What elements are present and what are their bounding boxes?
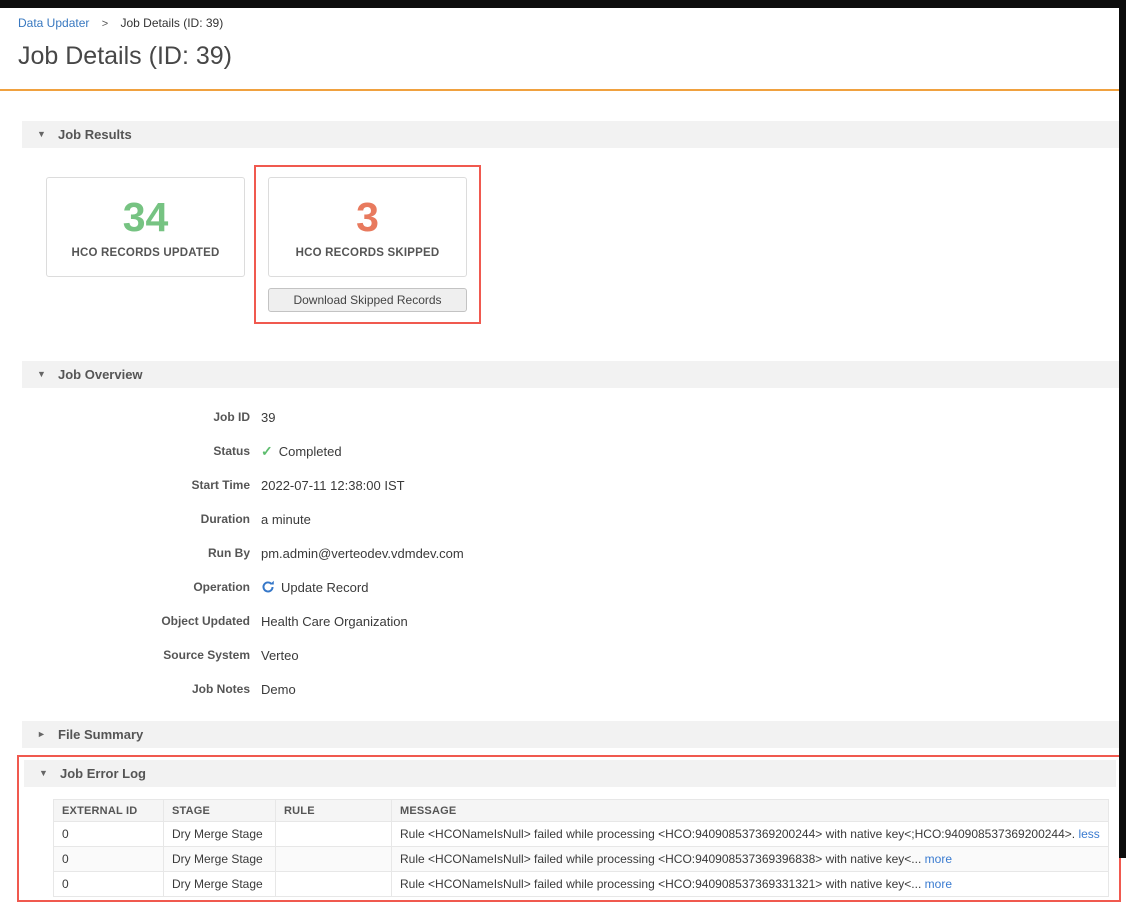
- collapse-expanded-icon[interactable]: ▼: [37, 370, 47, 379]
- overview-row-object-updated: Object Updated Health Care Organization: [0, 604, 1126, 638]
- breadcrumb-current: Job Details (ID: 39): [121, 16, 224, 30]
- window-right-edge: [1119, 0, 1126, 858]
- field-value: pm.admin@verteodev.vdmdev.com: [261, 546, 464, 561]
- column-header-stage: STAGE: [164, 800, 276, 822]
- cell-external-id: 0: [54, 822, 164, 847]
- card-hco-records-updated: 34 HCO RECORDS UPDATED: [46, 177, 245, 277]
- job-overview-detail: Job ID 39 Status ✓ Completed Start Time …: [0, 388, 1126, 706]
- field-label: Operation: [0, 580, 250, 594]
- breadcrumb-link-data-updater[interactable]: Data Updater: [18, 16, 89, 30]
- breadcrumb: Data Updater > Job Details (ID: 39): [18, 16, 1119, 32]
- column-header-message: MESSAGE: [392, 800, 1109, 822]
- field-label: Job ID: [0, 410, 250, 424]
- operation-text: Update Record: [281, 580, 368, 595]
- error-log-table: EXTERNAL ID STAGE RULE MESSAGE 0 Dry Mer…: [53, 799, 1109, 897]
- field-label: Status: [0, 444, 250, 458]
- section-title-job-error-log: Job Error Log: [60, 766, 146, 781]
- field-value: Demo: [261, 682, 296, 697]
- cell-message: Rule <HCONameIsNull> failed while proces…: [392, 872, 1109, 897]
- overview-row-status: Status ✓ Completed: [0, 434, 1126, 468]
- highlight-box-skipped: 3 HCO RECORDS SKIPPED Download Skipped R…: [254, 165, 481, 324]
- page-title: Job Details (ID: 39): [18, 42, 1119, 70]
- error-log-row: 0 Dry Merge Stage Rule <HCONameIsNull> f…: [54, 822, 1109, 847]
- section-header-job-results[interactable]: ▼ Job Results: [22, 121, 1119, 148]
- toggle-more-link[interactable]: more: [925, 877, 952, 891]
- section-header-job-overview[interactable]: ▼ Job Overview: [22, 361, 1119, 388]
- status-text: Completed: [279, 444, 342, 459]
- cell-external-id: 0: [54, 847, 164, 872]
- overview-row-job-notes: Job Notes Demo: [0, 672, 1126, 706]
- check-icon: ✓: [261, 443, 273, 460]
- collapse-expanded-icon[interactable]: ▼: [37, 130, 47, 139]
- toggle-more-link[interactable]: more: [925, 852, 952, 866]
- cell-message: Rule <HCONameIsNull> failed while proces…: [392, 822, 1109, 847]
- highlight-box-error-log: ▼ Job Error Log EXTERNAL ID STAGE RULE M…: [17, 755, 1121, 902]
- field-label: Job Notes: [0, 682, 250, 696]
- skipped-count: 3: [356, 196, 379, 238]
- cell-external-id: 0: [54, 872, 164, 897]
- error-log-row: 0 Dry Merge Stage Rule <HCONameIsNull> f…: [54, 872, 1109, 897]
- column-header-external-id: EXTERNAL ID: [54, 800, 164, 822]
- overview-row-start-time: Start Time 2022-07-11 12:38:00 IST: [0, 468, 1126, 502]
- page-header: Data Updater > Job Details (ID: 39) Job …: [0, 8, 1119, 91]
- error-log-row: 0 Dry Merge Stage Rule <HCONameIsNull> f…: [54, 847, 1109, 872]
- section-title-file-summary: File Summary: [58, 727, 143, 742]
- field-label: Object Updated: [0, 614, 250, 628]
- field-label: Source System: [0, 648, 250, 662]
- column-header-rule: RULE: [276, 800, 392, 822]
- cell-rule: [276, 847, 392, 872]
- collapse-collapsed-icon[interactable]: ►: [37, 730, 47, 739]
- error-message-text: Rule <HCONameIsNull> failed while proces…: [400, 852, 921, 866]
- skipped-count-label: HCO RECORDS SKIPPED: [296, 247, 440, 259]
- error-log-header-row: EXTERNAL ID STAGE RULE MESSAGE: [54, 800, 1109, 822]
- collapse-expanded-icon[interactable]: ▼: [39, 769, 49, 778]
- overview-row-run-by: Run By pm.admin@verteodev.vdmdev.com: [0, 536, 1126, 570]
- field-label: Start Time: [0, 478, 250, 492]
- section-header-job-error-log[interactable]: ▼ Job Error Log: [24, 760, 1116, 787]
- section-title-job-results: Job Results: [58, 127, 132, 142]
- updated-count: 34: [123, 196, 169, 238]
- window-top-edge: [0, 0, 1126, 8]
- cell-rule: [276, 822, 392, 847]
- field-value: 2022-07-11 12:38:00 IST: [261, 478, 405, 493]
- card-hco-records-skipped: 3 HCO RECORDS SKIPPED: [268, 177, 467, 277]
- overview-row-operation: Operation Update Record: [0, 570, 1126, 604]
- field-value: ✓ Completed: [261, 443, 342, 460]
- cell-stage: Dry Merge Stage: [164, 822, 276, 847]
- updated-count-label: HCO RECORDS UPDATED: [72, 247, 220, 259]
- error-message-text: Rule <HCONameIsNull> failed while proces…: [400, 877, 921, 891]
- cell-stage: Dry Merge Stage: [164, 872, 276, 897]
- overview-row-duration: Duration a minute: [0, 502, 1126, 536]
- cell-stage: Dry Merge Stage: [164, 847, 276, 872]
- field-value: Verteo: [261, 648, 299, 663]
- job-results-cards: 34 HCO RECORDS UPDATED 3 HCO RECORDS SKI…: [18, 148, 1126, 324]
- toggle-less-link[interactable]: less: [1078, 827, 1099, 841]
- overview-row-job-id: Job ID 39: [0, 400, 1126, 434]
- field-value: Health Care Organization: [261, 614, 408, 629]
- error-log-table-wrap: EXTERNAL ID STAGE RULE MESSAGE 0 Dry Mer…: [53, 799, 1109, 897]
- overview-row-source-system: Source System Verteo: [0, 638, 1126, 672]
- field-value: 39: [261, 410, 275, 425]
- download-skipped-records-button[interactable]: Download Skipped Records: [268, 288, 467, 312]
- field-label: Run By: [0, 546, 250, 560]
- breadcrumb-separator: >: [102, 18, 108, 30]
- cell-rule: [276, 872, 392, 897]
- field-value: Update Record: [261, 580, 368, 595]
- error-message-text: Rule <HCONameIsNull> failed while proces…: [400, 827, 1075, 841]
- cell-message: Rule <HCONameIsNull> failed while proces…: [392, 847, 1109, 872]
- section-title-job-overview: Job Overview: [58, 367, 143, 382]
- field-label: Duration: [0, 512, 250, 526]
- section-header-file-summary[interactable]: ► File Summary: [22, 721, 1119, 748]
- field-value: a minute: [261, 512, 311, 527]
- refresh-icon: [261, 580, 275, 594]
